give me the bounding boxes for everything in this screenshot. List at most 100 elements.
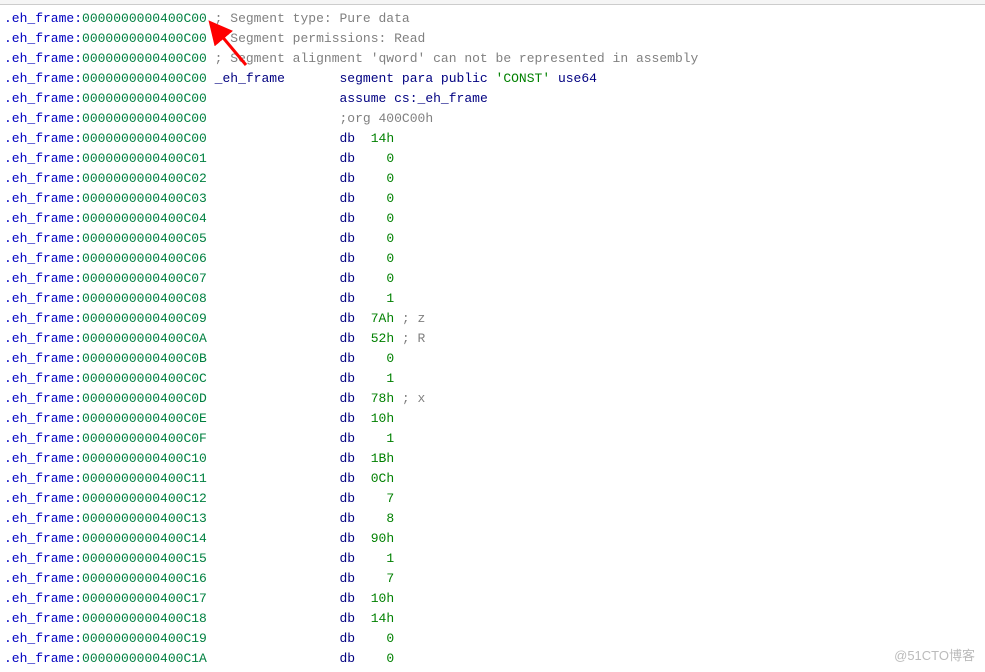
address: 0000000000400C16 [82,571,207,586]
address: 0000000000400C10 [82,451,207,466]
code-line[interactable]: .eh_frame:0000000000400C00 assume cs:_eh… [4,89,985,109]
db-directive: db [340,631,356,646]
code-line[interactable]: .eh_frame:0000000000400C04 db 0 [4,209,985,229]
code-line[interactable]: .eh_frame:0000000000400C00 ; Segment per… [4,29,985,49]
code-line[interactable]: .eh_frame:0000000000400C1A db 0 [4,649,985,669]
segment-name: .eh_frame [4,31,74,46]
segment-class: 'CONST' [496,71,551,86]
disassembly-view[interactable]: .eh_frame:0000000000400C00 ; Segment typ… [0,5,985,669]
code-line[interactable]: .eh_frame:0000000000400C12 db 7 [4,489,985,509]
code-line[interactable]: .eh_frame:0000000000400C18 db 14h [4,609,985,629]
address: 0000000000400C13 [82,511,207,526]
indent [215,191,340,206]
code-line[interactable]: .eh_frame:0000000000400C15 db 1 [4,549,985,569]
db-value: 1 [355,551,394,566]
code-line[interactable]: .eh_frame:0000000000400C02 db 0 [4,169,985,189]
code-line[interactable]: .eh_frame:0000000000400C00 _eh_frame seg… [4,69,985,89]
code-line[interactable]: .eh_frame:0000000000400C16 db 7 [4,569,985,589]
segment-name: .eh_frame [4,371,74,386]
segment-name: .eh_frame [4,551,74,566]
db-value: 10h [355,591,394,606]
colon: : [74,111,82,126]
db-value: 52h [355,331,394,346]
code-line[interactable]: .eh_frame:0000000000400C13 db 8 [4,509,985,529]
db-value: 0 [355,651,394,666]
code-line[interactable]: .eh_frame:0000000000400C0E db 10h [4,409,985,429]
colon: : [74,631,82,646]
colon: : [74,411,82,426]
segment-name: .eh_frame [4,311,74,326]
db-directive: db [340,611,356,626]
code-line[interactable]: .eh_frame:0000000000400C11 db 0Ch [4,469,985,489]
code-line[interactable]: .eh_frame:0000000000400C19 db 0 [4,629,985,649]
code-line[interactable]: .eh_frame:0000000000400C0F db 1 [4,429,985,449]
address: 0000000000400C00 [82,91,207,106]
db-comment: ; x [394,391,425,406]
db-directive: db [340,371,356,386]
segment-name: .eh_frame [4,271,74,286]
code-line[interactable]: .eh_frame:0000000000400C09 db 7Ah ; z [4,309,985,329]
address: 0000000000400C05 [82,231,207,246]
indent [215,311,340,326]
colon: : [74,91,82,106]
address: 0000000000400C00 [82,31,207,46]
segment-name: .eh_frame [4,231,74,246]
colon: : [74,471,82,486]
code-line[interactable]: .eh_frame:0000000000400C08 db 1 [4,289,985,309]
db-directive: db [340,471,356,486]
db-directive: db [340,351,356,366]
colon: : [74,651,82,666]
db-value: 0 [355,351,394,366]
code-line[interactable]: .eh_frame:0000000000400C14 db 90h [4,529,985,549]
colon: : [74,131,82,146]
db-value: 0 [355,271,394,286]
segment-name: .eh_frame [4,411,74,426]
db-value: 14h [355,131,394,146]
db-value: 78h [355,391,394,406]
code-line[interactable]: .eh_frame:0000000000400C03 db 0 [4,189,985,209]
address: 0000000000400C19 [82,631,207,646]
segment-keyword: segment para public [340,71,496,86]
db-directive: db [340,331,356,346]
indent [215,371,340,386]
code-line[interactable]: .eh_frame:0000000000400C00 ; Segment ali… [4,49,985,69]
segment-name: .eh_frame [4,651,74,666]
db-directive: db [340,231,356,246]
segment-name: .eh_frame [4,331,74,346]
address: 0000000000400C00 [82,71,207,86]
code-line[interactable]: .eh_frame:0000000000400C10 db 1Bh [4,449,985,469]
code-line[interactable]: .eh_frame:0000000000400C00 ; Segment typ… [4,9,985,29]
db-directive: db [340,571,356,586]
code-line[interactable]: .eh_frame:0000000000400C06 db 0 [4,249,985,269]
db-value: 90h [355,531,394,546]
db-value: 1 [355,371,394,386]
address: 0000000000400C17 [82,591,207,606]
segment-name: .eh_frame [4,51,74,66]
code-line[interactable]: .eh_frame:0000000000400C00 db 14h [4,129,985,149]
assume-seg: _eh_frame [418,91,488,106]
code-line[interactable]: .eh_frame:0000000000400C01 db 0 [4,149,985,169]
code-line[interactable]: .eh_frame:0000000000400C0B db 0 [4,349,985,369]
code-line[interactable]: .eh_frame:0000000000400C0C db 1 [4,369,985,389]
indent [215,571,340,586]
assume-directive: assume cs [340,91,410,106]
segment-name: .eh_frame [4,531,74,546]
db-value: 14h [355,611,394,626]
db-directive: db [340,651,356,666]
code-line[interactable]: .eh_frame:0000000000400C05 db 0 [4,229,985,249]
db-directive: db [340,431,356,446]
code-line[interactable]: .eh_frame:0000000000400C17 db 10h [4,589,985,609]
address: 0000000000400C08 [82,291,207,306]
segment-name: .eh_frame [4,251,74,266]
address: 0000000000400C0C [82,371,207,386]
code-line[interactable]: .eh_frame:0000000000400C00 ;org 400C00h [4,109,985,129]
code-line[interactable]: .eh_frame:0000000000400C0D db 78h ; x [4,389,985,409]
indent [215,591,340,606]
colon: : [74,231,82,246]
db-directive: db [340,311,356,326]
address: 0000000000400C0A [82,331,207,346]
comment-text: ; Segment type: Pure data [215,11,410,26]
code-line[interactable]: .eh_frame:0000000000400C07 db 0 [4,269,985,289]
indent [215,211,340,226]
code-line[interactable]: .eh_frame:0000000000400C0A db 52h ; R [4,329,985,349]
